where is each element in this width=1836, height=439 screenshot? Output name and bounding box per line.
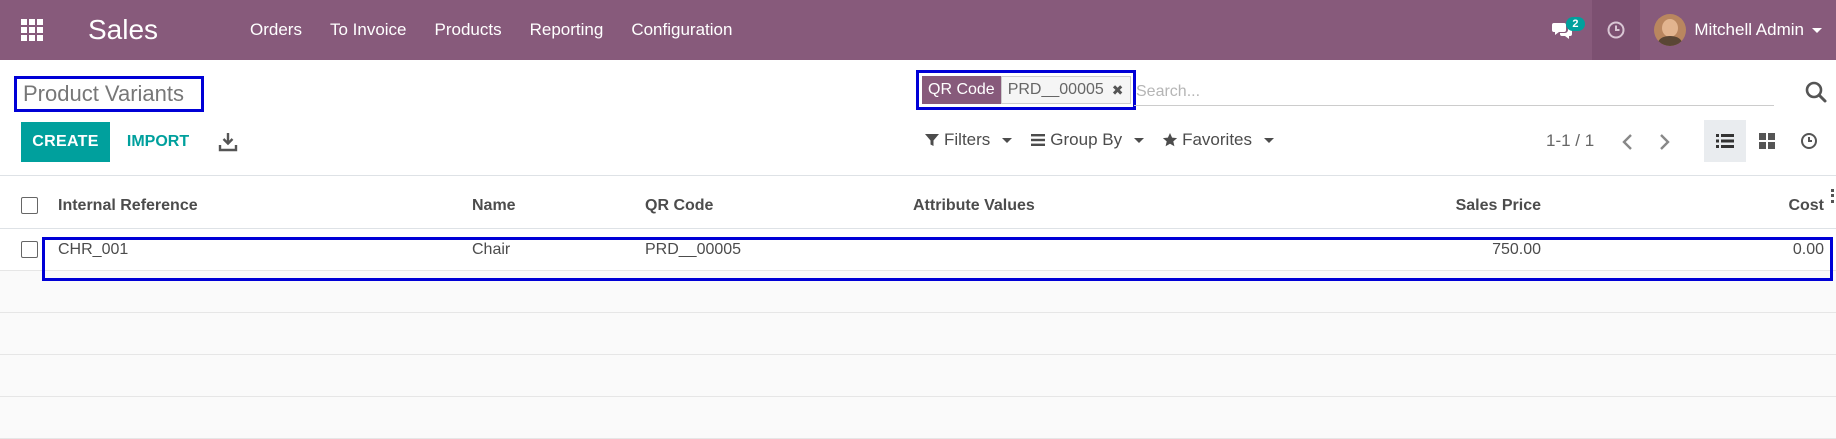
apps-grid-icon [21, 19, 43, 41]
column-header-internal-reference[interactable]: Internal Reference [58, 197, 198, 215]
search-facet[interactable]: QR Code PRD__00005 ✖ [916, 70, 1136, 110]
search-icon[interactable] [1804, 80, 1828, 104]
filters-label: Filters [944, 130, 991, 149]
column-header-qr-code[interactable]: QR Code [645, 197, 713, 215]
empty-row [0, 397, 1836, 439]
column-options-handle[interactable] [1831, 189, 1834, 203]
close-icon[interactable]: ✖ [1112, 77, 1124, 103]
navbar-systray: 2 Mitchell Admin [1532, 0, 1836, 60]
top-navbar: Sales Orders To Invoice Products Reporti… [0, 0, 1836, 60]
breadcrumb: Product Variants [14, 76, 204, 112]
facet-value-text: PRD__00005 [1007, 81, 1104, 98]
apps-menu-button[interactable] [0, 0, 64, 60]
filter-icon [925, 134, 939, 146]
activity-button[interactable] [1592, 0, 1641, 60]
menu-to-invoice[interactable]: To Invoice [316, 0, 421, 60]
column-header-name[interactable]: Name [472, 197, 516, 215]
messages-count-badge: 2 [1566, 17, 1585, 31]
cell-cost: 0.00 [1792, 240, 1824, 258]
search-input[interactable] [1134, 78, 1774, 106]
menu-products[interactable]: Products [421, 0, 516, 60]
cell-internal-reference: CHR_001 [58, 240, 129, 258]
cell-sales-price: 750.00 [1492, 240, 1541, 258]
clock-icon [1607, 21, 1625, 39]
column-header-attribute-values[interactable]: Attribute Values [913, 197, 1035, 215]
favorites-label: Favorites [1182, 130, 1253, 149]
kanban-view-icon [1759, 133, 1775, 149]
chevron-down-icon [1264, 137, 1275, 143]
user-menu[interactable]: Mitchell Admin [1640, 0, 1836, 60]
kanban-view-button[interactable] [1746, 120, 1788, 162]
facet-value: PRD__00005 ✖ [1000, 76, 1131, 104]
cell-qr-code: PRD__00005 [645, 240, 742, 258]
menu-configuration[interactable]: Configuration [617, 0, 746, 60]
row-checkbox[interactable] [21, 241, 38, 258]
column-header-sales-price[interactable]: Sales Price [1456, 197, 1541, 215]
menu-orders[interactable]: Orders [236, 0, 316, 60]
divider [0, 175, 1836, 176]
column-header-cost[interactable]: Cost [1788, 197, 1824, 215]
facet-label: QR Code [922, 76, 1001, 104]
page-title: Product Variants [23, 81, 185, 106]
list-view-button[interactable] [1704, 120, 1746, 162]
filters-dropdown[interactable]: Filters [924, 130, 1013, 150]
list-table: Internal Reference Name QR Code Attribut… [0, 183, 1836, 439]
list-view-icon [1716, 134, 1734, 148]
favorites-dropdown[interactable]: Favorites [1162, 130, 1275, 150]
create-button[interactable]: CREATE [21, 122, 110, 162]
messaging-button[interactable]: 2 [1532, 0, 1592, 60]
list-bars-icon [1031, 134, 1046, 146]
main-menu: Orders To Invoice Products Reporting Con… [236, 0, 746, 60]
empty-row [0, 313, 1836, 355]
empty-row [0, 355, 1836, 397]
user-name: Mitchell Admin [1694, 20, 1804, 39]
view-switcher [1704, 120, 1830, 162]
avatar [1654, 14, 1687, 46]
search-options: Filters Group By Favorites [924, 130, 1275, 150]
group-by-label: Group By [1050, 130, 1123, 149]
chevron-down-icon [1812, 27, 1822, 33]
download-icon[interactable] [216, 130, 240, 154]
group-by-dropdown[interactable]: Group By [1030, 130, 1145, 150]
menu-reporting[interactable]: Reporting [516, 0, 618, 60]
table-header: Internal Reference Name QR Code Attribut… [0, 183, 1836, 229]
pager-value[interactable]: 1-1 / 1 [1546, 131, 1594, 151]
chevron-down-icon [1002, 137, 1013, 143]
chevron-down-icon [1134, 137, 1145, 143]
app-title[interactable]: Sales [88, 14, 236, 46]
activity-view-button[interactable] [1788, 120, 1830, 162]
select-all-checkbox[interactable] [21, 197, 38, 214]
chevron-right-icon[interactable] [1652, 130, 1676, 154]
import-button[interactable]: IMPORT [118, 122, 198, 162]
star-icon [1162, 133, 1178, 147]
clock-icon [1801, 133, 1817, 149]
empty-row [0, 271, 1836, 313]
cell-name: Chair [472, 240, 511, 258]
table-row[interactable]: CHR_001 Chair PRD__00005 750.00 0.00 [0, 229, 1836, 271]
chevron-left-icon[interactable] [1616, 130, 1640, 154]
